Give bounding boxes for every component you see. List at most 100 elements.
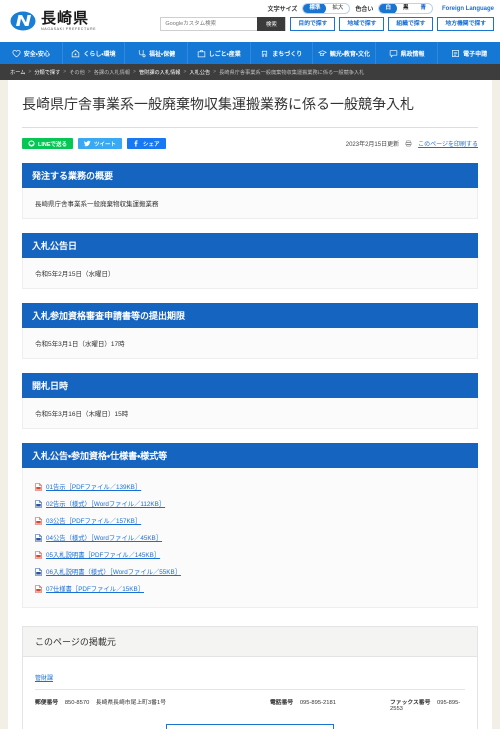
breadcrumb-item-bid-announcement[interactable]: 入札公告 (189, 69, 210, 76)
document-link[interactable]: 04公告（様式）［Wordファイル／45KB］ (46, 533, 162, 542)
logo-text-jp: 長崎県 (41, 9, 90, 27)
gnav-item-tourism-education-culture[interactable]: 観光・教育・文化 (313, 42, 376, 64)
share-twitter-label: ツイート (94, 141, 117, 148)
breadcrumb-item-home[interactable]: ホーム (10, 69, 25, 76)
breadcrumb-separator-icon: > (28, 69, 32, 75)
gnav-label: 観光・教育・文化 (329, 51, 370, 58)
nagasaki-prefecture-logo-icon (10, 11, 36, 31)
share-and-meta-row: LINEで送る ツイート シェア 2023年2月15日更新 このページを印刷する (22, 138, 478, 149)
font-size-standard-option[interactable]: 標準 (303, 4, 327, 13)
section-body: 01告示［PDFファイル／139KB］ 02告示（様式）［Wordファイル／11… (22, 468, 478, 608)
page-meta: 2023年2月15日更新 このページを印刷する (346, 139, 478, 148)
section-heading: 入札公告・参加資格・仕様書・様式等 (22, 443, 478, 468)
postal-address-cell: 郵便番号 850-8570 長崎県長崎市尾上町3番1号 (35, 697, 270, 712)
share-twitter-button[interactable]: ツイート (78, 138, 123, 149)
list-item[interactable]: 03公告［PDFファイル／157KB］ (35, 512, 465, 529)
page-source-body: 管財課 郵便番号 850-8570 長崎県長崎市尾上町3番1号 電話番号 095… (23, 657, 477, 729)
section-body: 令和5年3月1日（水曜日）17時 (22, 328, 478, 359)
building-icon (262, 50, 268, 57)
gnav-item-e-application[interactable]: 電子申請 (438, 42, 500, 64)
gnav-label: 安全・安心 (23, 51, 50, 58)
breadcrumb-separator-icon: > (63, 69, 67, 75)
document-link[interactable]: 03公告［PDFファイル／157KB］ (46, 516, 141, 525)
share-facebook-button[interactable]: シェア (127, 138, 166, 149)
breadcrumb-separator-icon: > (133, 69, 136, 75)
address-value: 長崎県長崎市尾上町3番1号 (95, 700, 166, 706)
find-by-local-agency-button[interactable]: 地方機関で探す (437, 17, 494, 31)
twitter-bird-icon (84, 140, 91, 147)
breadcrumb-item-other[interactable]: その他 (69, 69, 85, 76)
find-by-region-button[interactable]: 地域で探す (339, 17, 385, 31)
breadcrumb-item-bid-info[interactable]: 各課の入札情報 (94, 69, 130, 76)
gnav-item-welfare[interactable]: 福祉・保健 (125, 42, 188, 64)
facebook-f-icon (134, 140, 138, 147)
section-announcement-date: 入札公告日 令和5年2月15日（水曜日） (22, 233, 478, 289)
logo-text-en: NAGASAKI PREFECTURE (41, 26, 97, 31)
speech-bubble-icon (389, 49, 397, 58)
department-link[interactable]: 管財課 (35, 673, 53, 682)
question-button[interactable]: このページへの質問はこちらから › (166, 724, 334, 729)
list-item[interactable]: 05入札説明書［PDFファイル／145KB］ (35, 546, 465, 563)
divider (35, 689, 465, 690)
section-body: 令和5年2月15日（水曜日） (22, 258, 478, 289)
document-link[interactable]: 02告示（様式）［Wordファイル／112KB］ (46, 499, 165, 508)
list-item[interactable]: 04公告（様式）［Wordファイル／45KB］ (35, 529, 465, 546)
gnav-item-town-planning[interactable]: まちづくり (251, 42, 314, 64)
document-list: 01告示［PDFファイル／139KB］ 02告示（様式）［Wordファイル／11… (35, 478, 465, 597)
page-title: 長崎県庁舎事業系一般廃棄物収集運搬業務に係る一般競争入札 (22, 94, 478, 128)
section-body: 令和5年3月16日（木曜日）15時 (22, 398, 478, 429)
section-work-overview: 発注する業務の概要 長崎県庁舎事業系一般廃棄物収集運搬業務 (22, 163, 478, 219)
breadcrumb-item-category[interactable]: 分類で探す (34, 69, 60, 76)
font-size-toggle[interactable]: 標準 拡大 (302, 3, 351, 14)
search-input[interactable] (161, 18, 258, 30)
word-file-icon (35, 499, 42, 508)
list-item[interactable]: 07仕様書［PDFファイル／15KB］ (35, 580, 465, 597)
color-scheme-toggle[interactable]: 白 黒 青 (378, 3, 433, 14)
document-link[interactable]: 01告示［PDFファイル／139KB］ (46, 482, 141, 491)
document-link[interactable]: 07仕様書［PDFファイル／15KB］ (46, 584, 144, 593)
foreign-language-link[interactable]: Foreign Language (442, 6, 494, 12)
find-by-organization-button[interactable]: 組織で探す (388, 17, 434, 31)
share-line-button[interactable]: LINEで送る (22, 138, 74, 149)
document-link[interactable]: 05入札説明書［PDFファイル／145KB］ (46, 550, 160, 559)
postal-label: 郵便番号 (35, 700, 59, 706)
color-white-option[interactable]: 白 (379, 4, 397, 13)
question-button-wrap: このページへの質問はこちらから › (35, 724, 465, 729)
breadcrumb-item-kanzaika-bid-info[interactable]: 管財課の入札情報 (139, 69, 181, 76)
list-item[interactable]: 01告示［PDFファイル／139KB］ (35, 478, 465, 495)
gnav-item-work-industry[interactable]: しごと・産業 (188, 42, 251, 64)
section-documents: 入札公告・参加資格・仕様書・様式等 01告示［PDFファイル／139KB］ 02… (22, 443, 478, 608)
color-black-option[interactable]: 黒 (397, 4, 415, 13)
main-content: 長崎県庁舎事業系一般廃棄物収集運搬業務に係る一般競争入札 LINEで送る ツイー… (8, 80, 492, 729)
tel-label: 電話番号 (270, 700, 294, 706)
postal-value: 850-8570 (64, 700, 90, 706)
gnav-label: 県政情報 (400, 51, 425, 58)
printer-icon (405, 140, 412, 147)
gnav-item-safety[interactable]: 安全・安心 (0, 42, 63, 64)
site-search[interactable]: 検索 (160, 17, 287, 31)
section-heading: 発注する業務の概要 (22, 163, 478, 188)
home-icon (72, 49, 80, 57)
print-page-link[interactable]: このページを印刷する (418, 139, 478, 148)
font-size-large-option[interactable]: 拡大 (326, 4, 349, 13)
share-buttons: LINEで送る ツイート シェア (22, 138, 166, 149)
site-logo[interactable]: 長崎県 NAGASAKI PREFECTURE (0, 10, 96, 32)
header-utilities: 文字サイズ 標準 拡大 色合い 白 黒 青 Foreign Language 検… (160, 3, 494, 31)
gnav-item-prefectural-info[interactable]: 県政情報 (376, 42, 439, 64)
last-updated-date: 2023年2月15日更新 (345, 142, 400, 148)
color-blue-option[interactable]: 青 (414, 4, 432, 13)
tel-value: 095-895-2181 (299, 700, 336, 706)
find-by-purpose-button[interactable]: 目的で探す (290, 17, 336, 31)
section-heading: 入札参加資格審査申請書等の提出期限 (22, 303, 478, 328)
word-file-icon (35, 533, 42, 542)
gnav-label: くらし・環境 (83, 51, 116, 58)
document-link[interactable]: 06入札説明書（様式）［Wordファイル／55KB］ (46, 567, 181, 576)
list-item[interactable]: 06入札説明書（様式）［Wordファイル／55KB］ (35, 563, 465, 580)
section-application-deadline: 入札参加資格審査申請書等の提出期限 令和5年3月1日（水曜日）17時 (22, 303, 478, 359)
search-button[interactable]: 検索 (257, 17, 286, 31)
list-item[interactable]: 02告示（様式）［Wordファイル／112KB］ (35, 495, 465, 512)
breadcrumb-separator-icon: > (87, 69, 91, 75)
pdf-file-icon (35, 584, 42, 593)
telephone-cell: 電話番号 095-895-2181 (270, 697, 390, 712)
gnav-item-living[interactable]: くらし・環境 (63, 42, 126, 64)
